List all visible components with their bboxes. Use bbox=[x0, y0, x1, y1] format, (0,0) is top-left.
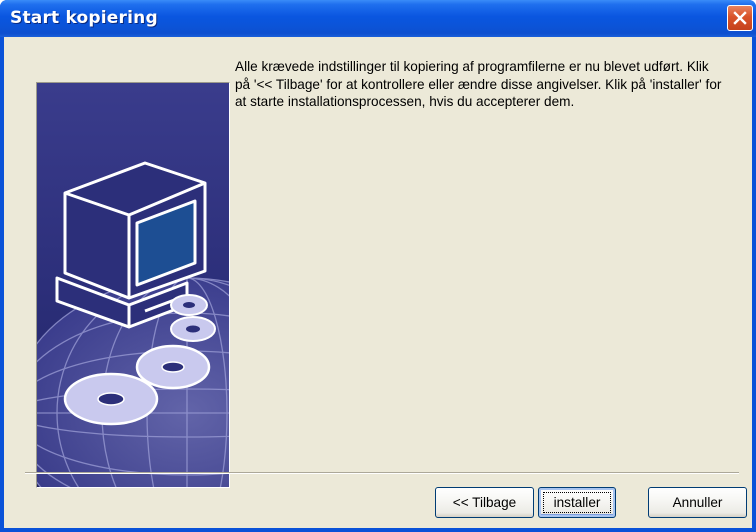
focus-ring bbox=[543, 492, 611, 513]
illustration-graphic bbox=[37, 83, 229, 487]
install-button[interactable]: installer bbox=[538, 487, 616, 518]
button-separator bbox=[25, 472, 739, 474]
cancel-button[interactable]: Annuller bbox=[648, 487, 747, 518]
close-button[interactable] bbox=[727, 5, 753, 31]
back-button[interactable]: << Tilbage bbox=[435, 487, 534, 518]
summary-message: Alle krævede indstillinger til kopiering… bbox=[235, 59, 722, 109]
close-icon bbox=[733, 11, 747, 25]
computer-with-discs-illustration bbox=[36, 82, 230, 488]
dialog-window: Start kopiering Alle krævede indstilling… bbox=[0, 0, 756, 532]
dialog-body: Alle krævede indstillinger til kopiering… bbox=[4, 37, 752, 528]
window-title: Start kopiering bbox=[10, 8, 158, 28]
title-bar[interactable]: Start kopiering bbox=[0, 0, 756, 37]
